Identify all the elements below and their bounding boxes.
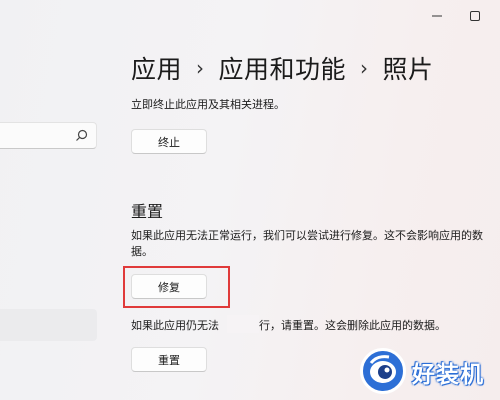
breadcrumb-item-photos: 照片 [382, 55, 434, 84]
minimize-icon [432, 15, 442, 17]
reset-button[interactable]: 重置 [131, 347, 207, 372]
terminate-description: 立即终止此应用及其相关进程。 [131, 98, 285, 111]
eye-icon [369, 355, 396, 383]
maximize-button[interactable] [468, 8, 482, 22]
maximize-icon [470, 11, 480, 21]
repair-description-line2: 据。 [131, 245, 153, 258]
breadcrumb-item-apps-features[interactable]: 应用和功能 [219, 50, 347, 86]
blurred-text-patch [227, 315, 259, 333]
sidebar-item-selected[interactable] [0, 309, 97, 341]
minimize-button[interactable] [430, 8, 444, 22]
highlight-box [123, 266, 230, 308]
terminate-button[interactable]: 终止 [131, 129, 207, 154]
breadcrumb-separator: › [360, 56, 369, 80]
breadcrumb: 应用 › 应用和功能 › 照片 [131, 50, 434, 86]
watermark: 好装机 [354, 345, 500, 400]
repair-description-line1: 如果此应用无法正常运行，我们可以尝试进行修复。这不会影响应用的数 [131, 229, 483, 242]
reset-section-title: 重置 [131, 202, 164, 221]
breadcrumb-separator: › [196, 56, 205, 80]
watermark-logo [360, 348, 406, 394]
watermark-text: 好装机 [412, 362, 484, 388]
breadcrumb-item-apps[interactable]: 应用 [131, 50, 182, 86]
reset-description-part2: 行，请重置。这会删除此应用的数据。 [259, 319, 446, 332]
search-input[interactable] [0, 122, 97, 149]
search-icon [76, 129, 88, 141]
reset-description-part1: 如果此应用仍无法 [131, 319, 219, 332]
sidebar [0, 0, 108, 400]
